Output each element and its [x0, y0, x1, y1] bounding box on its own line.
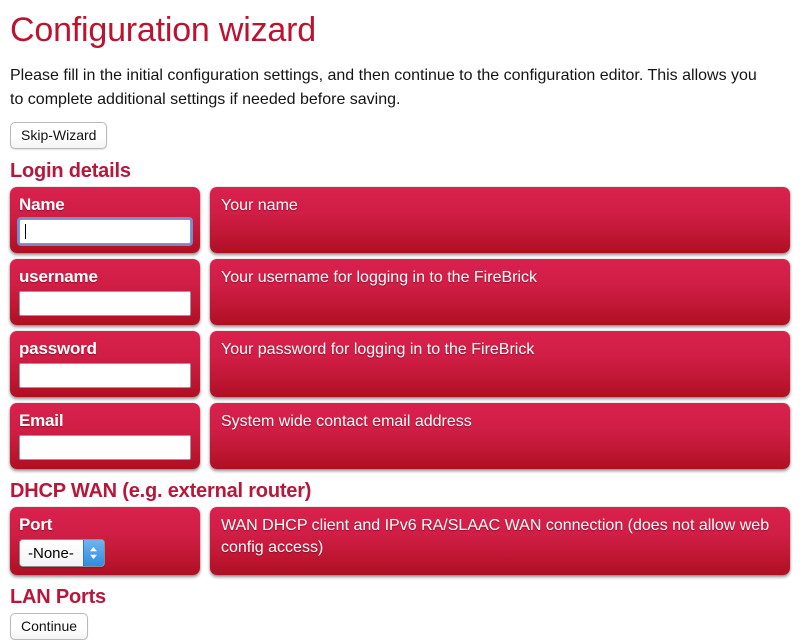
username-input-wrap [19, 291, 191, 316]
section-heading-lan-ports: LAN Ports [10, 586, 106, 608]
field-row-port: Port -None- WAN DHCP client and IPv6 RA/… [10, 507, 790, 575]
field-label-name: Name [19, 195, 65, 214]
field-label-email: Email [19, 411, 64, 430]
field-description-username: Your username for logging in to the Fire… [210, 259, 790, 325]
port-select-value: -None- [20, 540, 83, 566]
field-description-port: WAN DHCP client and IPv6 RA/SLAAC WAN co… [210, 507, 790, 575]
field-row-name: Name Your name [10, 187, 790, 253]
field-description-email: System wide contact email address [210, 403, 790, 469]
email-input[interactable] [19, 435, 191, 460]
field-label-box-email: Email [10, 403, 200, 469]
username-input[interactable] [19, 291, 191, 316]
field-label-password: password [19, 339, 97, 358]
field-label-box-username: username [10, 259, 200, 325]
select-stepper-icon[interactable] [82, 540, 104, 566]
section-heading-login-details: Login details [10, 160, 131, 182]
password-input[interactable] [19, 363, 191, 388]
field-label-port: Port [19, 515, 53, 534]
field-description-name: Your name [210, 187, 790, 253]
password-input-wrap [19, 363, 191, 388]
section-heading-dhcp-wan: DHCP WAN (e.g. external router) [10, 480, 312, 502]
field-label-box-name: Name [10, 187, 200, 253]
wizard-page: Configuration wizard Please fill in the … [0, 10, 800, 640]
field-row-username: username Your username for logging in to… [10, 259, 790, 325]
name-input[interactable] [19, 219, 191, 244]
skip-wizard-row: Skip-Wizard [10, 122, 790, 149]
field-description-password: Your password for logging in to the Fire… [210, 331, 790, 397]
continue-row: Continue [10, 613, 790, 640]
field-row-email: Email System wide contact email address [10, 403, 790, 469]
intro-paragraph: Please fill in the initial configuration… [10, 67, 757, 108]
name-input-wrap [19, 219, 191, 244]
skip-wizard-button[interactable]: Skip-Wizard [10, 122, 108, 149]
email-input-wrap [19, 435, 191, 460]
text-caret [25, 224, 26, 239]
field-label-box-password: password [10, 331, 200, 397]
field-label-username: username [19, 267, 98, 286]
page-title: Configuration wizard [10, 11, 316, 49]
continue-button[interactable]: Continue [10, 613, 89, 640]
field-label-box-port: Port -None- [10, 507, 200, 575]
field-row-password: password Your password for logging in to… [10, 331, 790, 397]
port-select[interactable]: -None- [19, 539, 105, 567]
